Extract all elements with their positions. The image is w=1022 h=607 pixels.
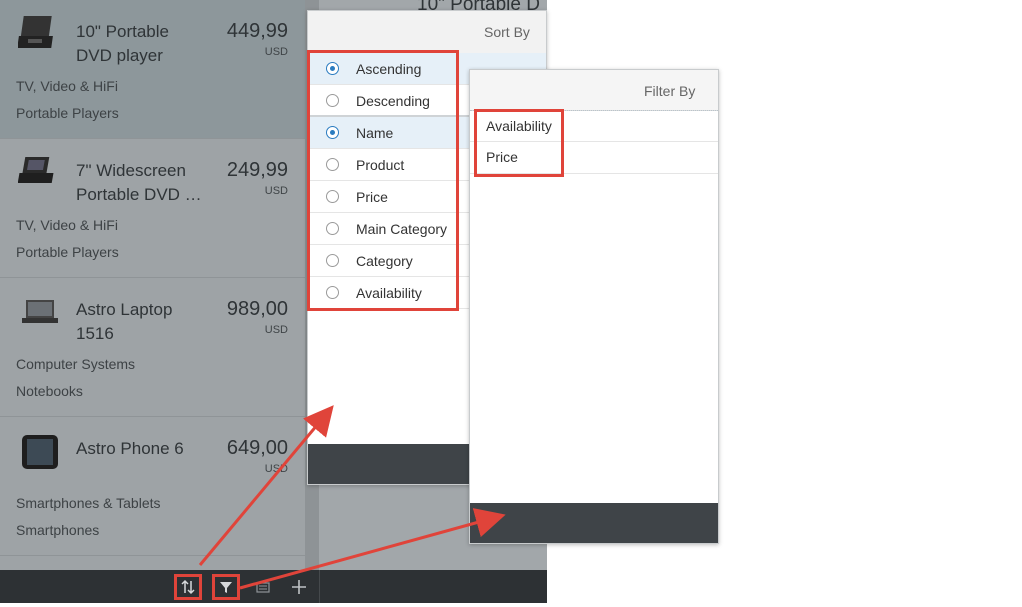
product-name: 10" Portable DVD player [76,22,169,65]
dvd-player-icon [17,14,62,54]
filter-dialog-footer [470,503,718,543]
product-subcategory: Portable Players [16,244,119,260]
sort-option-label: Product [356,157,405,173]
product-currency: USD [264,185,288,197]
list-item[interactable]: 10" Portable DVD player 449,99 USD TV, V… [0,0,305,139]
list-item[interactable]: 7" Widescreen Portable DVD Player 249,99… [0,139,305,278]
footer-toolbar [0,570,547,603]
product-name: Astro Phone 6 [76,439,184,458]
product-price: 649,00 [226,437,288,459]
add-icon [292,580,306,594]
group-button[interactable] [249,574,277,600]
sort-icon [181,579,195,595]
product-price: 249,99 [226,159,288,181]
radio-button[interactable] [326,158,339,171]
radio-button[interactable] [326,286,339,299]
product-currency: USD [264,324,288,336]
sort-option-label: Descending [356,93,430,109]
sort-option-label: Ascending [356,61,422,77]
add-button[interactable] [285,574,313,600]
radio-button[interactable] [326,254,339,267]
product-category: TV, Video & HiFi [16,217,118,233]
sort-dialog-header: Sort By [308,11,546,54]
laptop-icon [18,292,62,332]
phone-icon [18,431,62,471]
product-category: Computer Systems [16,356,136,372]
product-subcategory: Smartphones [16,522,100,538]
product-subcategory: Notebooks [16,383,83,399]
product-category: Smartphones & Tablets [16,495,161,511]
filter-dialog-title: Filter By [644,83,696,99]
product-name: Astro Laptop 1516 [76,300,173,343]
list-item[interactable]: Astro Laptop 1516 989,00 USD Computer Sy… [0,278,305,417]
product-currency: USD [264,46,288,58]
sort-option-label: Name [356,125,394,141]
radio-button[interactable] [326,190,339,203]
product-price: 449,99 [226,20,288,42]
widescreen-dvd-icon [17,153,62,193]
sort-option-label: Availability [356,285,422,301]
filter-icon [220,582,232,593]
product-subcategory: Portable Players [16,105,119,121]
list-item[interactable]: Astro Phone 6 649,00 USD Smartphones & T… [0,417,305,556]
product-price: 989,00 [226,298,288,320]
radio-button[interactable] [326,126,339,139]
group-icon [256,582,270,593]
product-category: TV, Video & HiFi [16,78,118,94]
radio-button[interactable] [326,222,339,235]
sort-option-label: Price [356,189,388,205]
filter-options-list: Availability Price [470,110,718,174]
product-list: 10" Portable DVD player 449,99 USD TV, V… [0,0,305,570]
filter-button[interactable] [212,574,240,600]
product-currency: USD [264,463,288,475]
radio-button[interactable] [326,62,339,75]
filter-option-availability[interactable]: Availability [470,110,718,142]
sort-button[interactable] [174,574,202,600]
sort-option-label: Category [356,253,413,269]
filter-option-price[interactable]: Price [470,142,718,174]
sort-option-label: Main Category [356,221,448,237]
product-name: 7" Widescreen Portable DVD Player [76,161,211,204]
filter-option-label: Price [486,149,518,165]
filter-dialog: Filter By Availability Price [469,69,719,544]
footer-separator [319,570,320,603]
radio-button[interactable] [326,94,339,107]
filter-dialog-header: Filter By [470,70,718,111]
sort-dialog-title: Sort By [484,24,530,40]
filter-option-label: Availability [486,118,552,134]
